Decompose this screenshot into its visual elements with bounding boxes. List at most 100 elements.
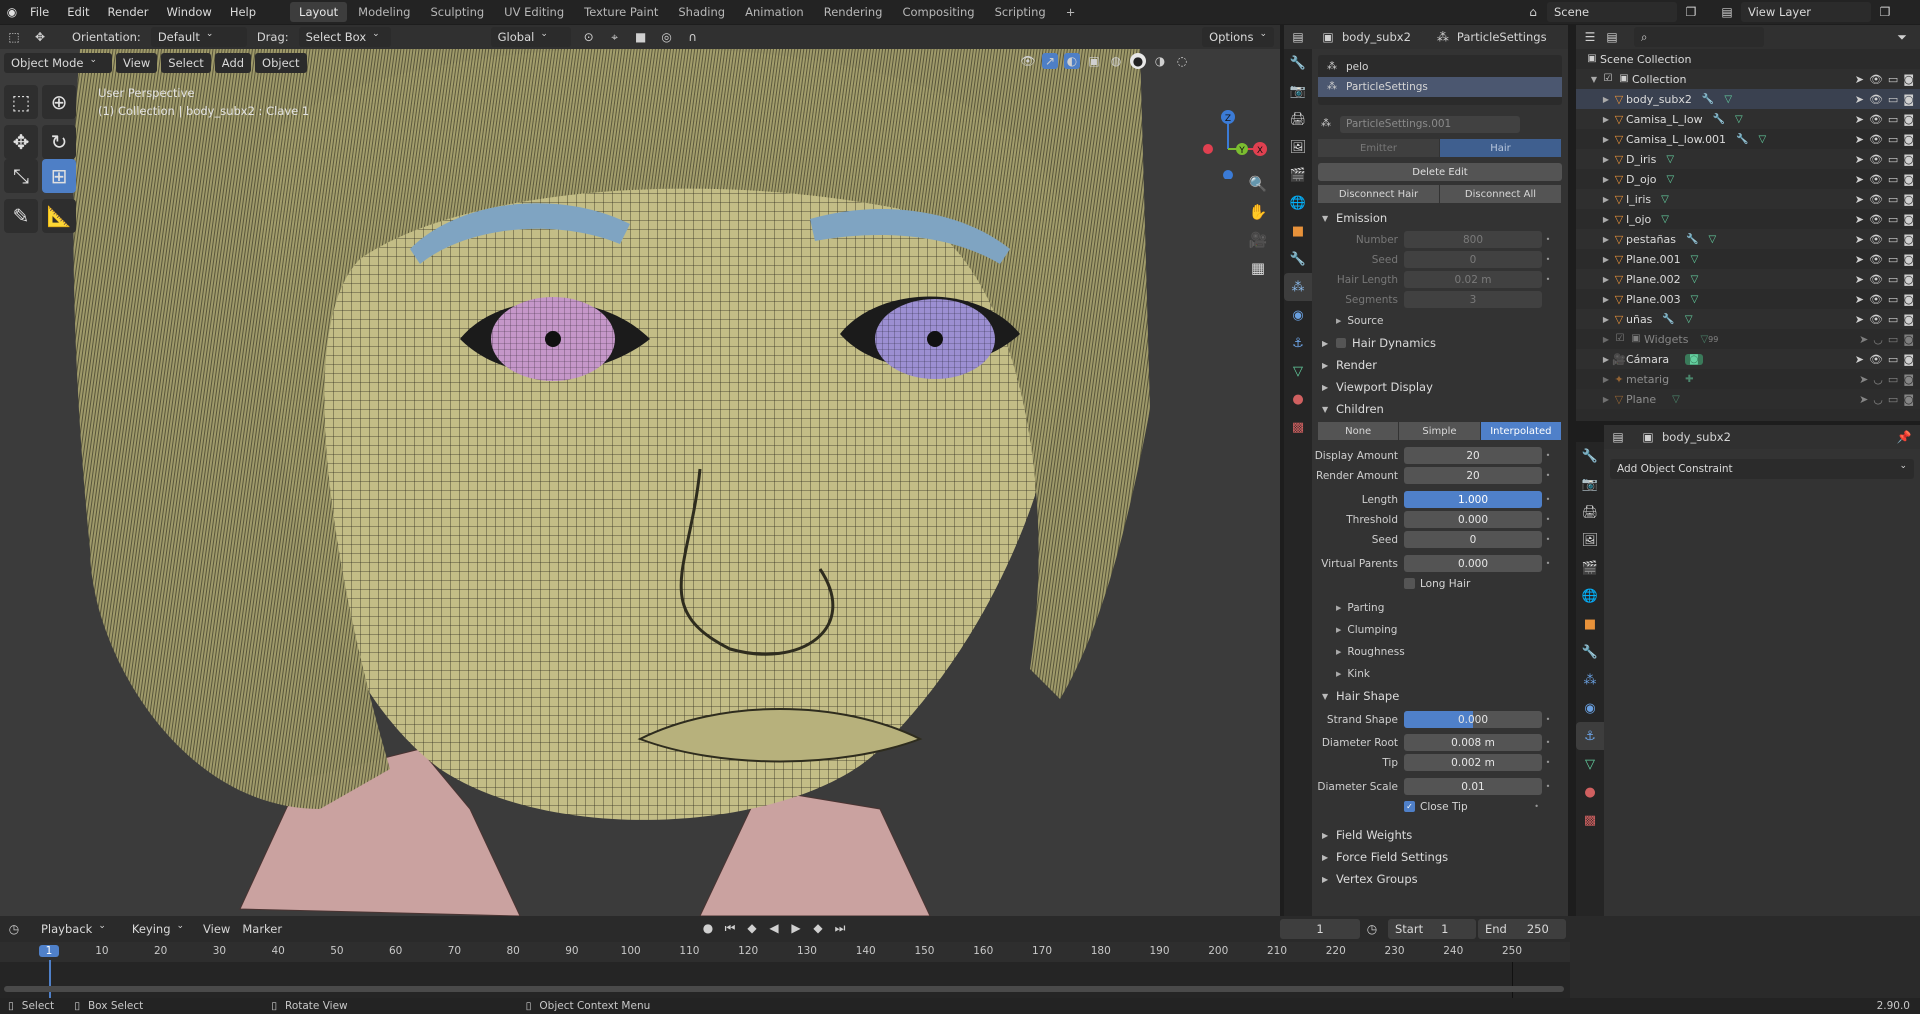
modifier-tab-icon[interactable]: 🔧 <box>1576 638 1604 666</box>
monitor-icon[interactable]: ▭ <box>1888 173 1898 186</box>
properties-editor-icon[interactable]: ▤ <box>1290 29 1306 45</box>
tab-scripting[interactable]: Scripting <box>986 2 1055 22</box>
menu-file[interactable]: File <box>22 5 57 19</box>
camera-icon[interactable]: ◙ <box>1903 173 1914 186</box>
select-icon[interactable]: ➤ <box>1855 133 1864 146</box>
keyframe-dot-icon[interactable]: • <box>1542 235 1554 244</box>
monitor-icon[interactable]: ▭ <box>1888 353 1898 366</box>
keyframe-dot-icon[interactable]: • <box>1542 715 1554 724</box>
keyframe-dot-icon[interactable]: • <box>1542 471 1554 480</box>
monitor-icon[interactable]: ▭ <box>1888 293 1898 306</box>
texture-tab-icon[interactable]: ▩ <box>1576 806 1604 834</box>
outliner-object-row[interactable]: ▶ ▽ Camisa_L_low 🔧 ▽ ➤ 👁 ▭ ◙ <box>1576 109 1920 129</box>
monitor-icon[interactable]: ▭ <box>1888 73 1898 86</box>
tool-tab-icon[interactable]: 🔧 <box>1576 442 1604 470</box>
constraints-tab-icon[interactable]: ⚓ <box>1576 722 1604 750</box>
hair-length-field[interactable]: 0.02 m <box>1404 271 1542 288</box>
display-mode-icon[interactable]: ▤ <box>1604 29 1620 45</box>
select-icon[interactable]: ➤ <box>1859 333 1868 346</box>
scene-tab-icon[interactable]: 🎬 <box>1284 161 1312 189</box>
outliner-object-row[interactable]: ▶ ▽ D_ojo ▽ ➤ 👁 ▭ ◙ <box>1576 169 1920 189</box>
diameter-root-field[interactable]: 0.008 m <box>1404 734 1542 751</box>
disconnect-hair-button[interactable]: Disconnect Hair <box>1318 185 1440 203</box>
mesh-data-tab-icon[interactable]: ▽ <box>1284 357 1312 385</box>
children-interpolated-option[interactable]: Interpolated <box>1480 422 1562 440</box>
camera-icon[interactable]: ◙ <box>1903 213 1914 226</box>
roughness-subsection[interactable]: ▶ Roughness <box>1312 641 1568 663</box>
scale-tool[interactable]: ⤡ <box>4 159 38 193</box>
source-subsection[interactable]: ▶ Source <box>1312 310 1568 332</box>
keyframe-dot-icon[interactable]: • <box>1542 559 1554 568</box>
delete-edit-button[interactable]: Delete Edit <box>1318 163 1562 181</box>
proportional-edit-icon[interactable]: ◎ <box>659 29 675 45</box>
monitor-icon[interactable]: ▭ <box>1888 393 1898 406</box>
checkbox-icon[interactable]: ☑ <box>1612 331 1628 347</box>
keyframe-dot-icon[interactable]: • <box>1542 275 1554 284</box>
object-tab-icon[interactable]: ■ <box>1576 610 1604 638</box>
particles-tab-icon[interactable]: ⁂ <box>1576 666 1604 694</box>
camera-icon[interactable]: ◙ <box>1903 313 1914 326</box>
pin-icon[interactable]: 📌 <box>1896 429 1912 445</box>
tab-modeling[interactable]: Modeling <box>349 2 419 22</box>
eye-icon[interactable]: 👁 <box>1869 113 1883 126</box>
object-mode-dropdown[interactable]: Object Mode <box>4 53 112 73</box>
camera-view-icon[interactable]: 🎥 <box>1245 227 1271 253</box>
play-reverse-icon[interactable]: ◀ <box>766 920 782 936</box>
clumping-subsection[interactable]: ▶ Clumping <box>1312 619 1568 641</box>
play-icon[interactable]: ▶ <box>788 920 804 936</box>
field-weights-section[interactable]: ▶ Field Weights <box>1312 824 1568 846</box>
hair-option[interactable]: Hair <box>1440 139 1562 157</box>
eye-icon[interactable]: 👁 <box>1869 293 1883 306</box>
select-icon[interactable]: ➤ <box>1855 253 1864 266</box>
view-menu[interactable]: View <box>116 53 158 73</box>
jump-end-icon[interactable]: ⏭ <box>832 920 848 936</box>
camera-icon[interactable]: ◙ <box>1903 133 1914 146</box>
expand-icon[interactable]: ▶ <box>1600 235 1612 244</box>
xray-icon[interactable]: ▣ <box>1086 53 1102 69</box>
record-icon[interactable]: ● <box>700 920 716 936</box>
camera-icon[interactable]: ◙ <box>1903 153 1914 166</box>
tab-animation[interactable]: Animation <box>736 2 813 22</box>
navigation-gizmo[interactable]: Z X Y <box>1188 69 1268 179</box>
emission-section[interactable]: ▼ Emission <box>1312 207 1568 229</box>
zoom-icon[interactable]: 🔍 <box>1245 171 1271 197</box>
eye-icon[interactable]: 👁 <box>1869 313 1883 326</box>
output-tab-icon[interactable]: 🖨 <box>1284 105 1312 133</box>
expand-icon[interactable]: ▶ <box>1600 255 1612 264</box>
add-object-constraint-dropdown[interactable]: Add Object Constraint <box>1610 459 1914 479</box>
falloff-icon[interactable]: ∩ <box>685 29 701 45</box>
annotate-tool[interactable]: ✎ <box>4 199 38 233</box>
slot-row-active[interactable]: ⁂ ParticleSettings <box>1318 77 1562 97</box>
segments-field[interactable]: 3 <box>1404 291 1542 308</box>
expand-icon[interactable]: ▶ <box>1600 195 1612 204</box>
timeline-area[interactable]: 1 10 20 30 40 50 60 70 80 90 100 110 120 130 140 150 160… <box>0 942 1570 998</box>
outliner-object-row[interactable]: ▶ ▽ Plane.002 ▽ ➤ 👁 ▭ ◙ <box>1576 269 1920 289</box>
gizmo-toggle-icon[interactable]: ↗ <box>1042 53 1058 69</box>
monitor-icon[interactable]: ▭ <box>1888 313 1898 326</box>
collection-row[interactable]: ▼ ☑ ▣ Collection ➤ 👁 ▭ ◙ <box>1576 69 1920 89</box>
virtual-parents-field[interactable]: 0.000 <box>1404 555 1542 572</box>
display-amount-field[interactable]: 20 <box>1404 447 1542 464</box>
eye-icon[interactable]: 👁 <box>1869 153 1883 166</box>
tab-texture-paint[interactable]: Texture Paint <box>575 2 667 22</box>
copy-view-layer-icon[interactable]: ❐ <box>1877 4 1893 20</box>
world-tab-icon[interactable]: 🌐 <box>1576 582 1604 610</box>
eye-icon[interactable]: ◡ <box>1873 333 1883 346</box>
current-frame-field[interactable]: 1 <box>1280 919 1360 939</box>
tab-sculpting[interactable]: Sculpting <box>421 2 493 22</box>
options-dropdown[interactable]: Options <box>1202 27 1274 47</box>
select-icon[interactable]: ➤ <box>1859 373 1868 386</box>
length-field[interactable]: 1.000 <box>1404 491 1542 508</box>
outliner-object-row[interactable]: ▶ ▽ uñas 🔧 ▽ ➤ 👁 ▭ ◙ <box>1576 309 1920 329</box>
select-icon[interactable]: ➤ <box>1855 173 1864 186</box>
properties-editor-icon[interactable]: ▤ <box>1610 429 1626 445</box>
expand-icon[interactable]: ▶ <box>1600 395 1612 404</box>
select-icon[interactable]: ➤ <box>1855 293 1864 306</box>
camera-icon[interactable]: ◙ <box>1903 233 1914 246</box>
disconnect-all-button[interactable]: Disconnect All <box>1440 185 1562 203</box>
eye-icon[interactable]: ◡ <box>1873 393 1883 406</box>
render-tab-icon[interactable]: 📷 <box>1284 77 1312 105</box>
scene-tab-icon[interactable]: 🎬 <box>1576 554 1604 582</box>
copy-scene-icon[interactable]: ❐ <box>1683 4 1699 20</box>
select-icon[interactable]: ➤ <box>1855 353 1864 366</box>
